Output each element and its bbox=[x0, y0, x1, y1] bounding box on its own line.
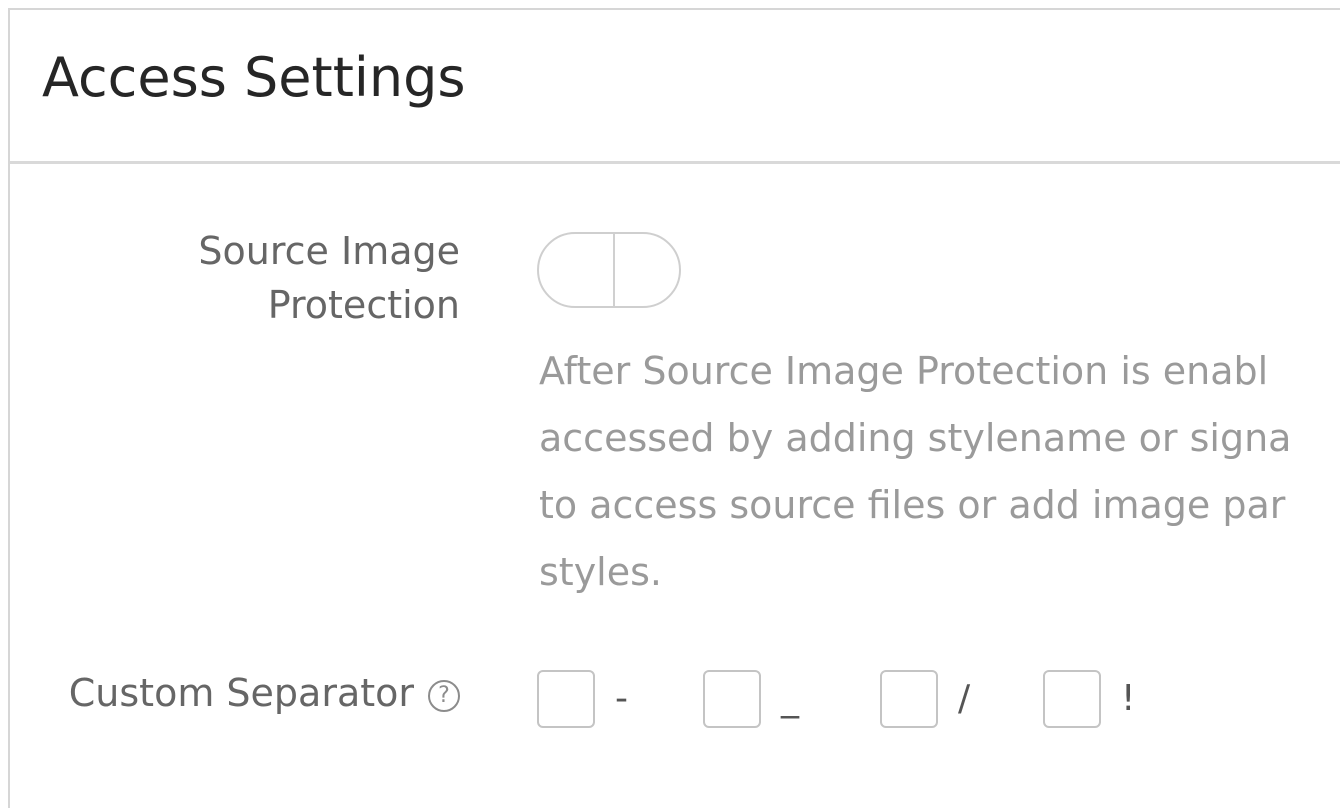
separator-option-label: / bbox=[958, 678, 971, 719]
source-image-protection-label-line1: Source Image bbox=[198, 229, 460, 273]
separator-checkbox-slash[interactable] bbox=[880, 670, 938, 728]
description-line: styles. bbox=[539, 550, 662, 594]
toggle-knob bbox=[613, 234, 615, 306]
source-image-protection-toggle[interactable] bbox=[537, 232, 681, 308]
custom-separator-label: Custom Separator? bbox=[69, 666, 460, 720]
source-image-protection-label-line2: Protection bbox=[267, 283, 460, 327]
custom-separator-label-text: Custom Separator bbox=[68, 671, 414, 715]
panel-header: Access Settings bbox=[10, 10, 1340, 164]
separator-option-dash[interactable]: - bbox=[537, 670, 628, 728]
separator-checkbox-exclamation[interactable] bbox=[1043, 670, 1101, 728]
description-line: After Source Image Protection is enabl bbox=[539, 349, 1269, 393]
separator-option-slash[interactable]: / bbox=[880, 670, 970, 728]
source-image-protection-label: Source Image Protection bbox=[198, 224, 460, 332]
separator-checkbox-dash[interactable] bbox=[537, 670, 595, 728]
question-circle-icon[interactable]: ? bbox=[428, 680, 460, 712]
separator-checkbox-underscore[interactable] bbox=[703, 670, 761, 728]
page-title: Access Settings bbox=[42, 46, 466, 109]
description-line: to access source files or add image par bbox=[539, 483, 1286, 527]
separator-option-label: _ bbox=[781, 678, 799, 719]
source-image-protection-description: After Source Image Protection is enabl a… bbox=[539, 338, 1340, 608]
description-line: accessed by adding stylename or signa bbox=[539, 416, 1292, 460]
separator-option-underscore[interactable]: _ bbox=[703, 670, 799, 728]
separator-option-label: ! bbox=[1121, 678, 1136, 719]
separator-option-label: - bbox=[615, 678, 628, 719]
separator-option-exclamation[interactable]: ! bbox=[1043, 670, 1135, 728]
